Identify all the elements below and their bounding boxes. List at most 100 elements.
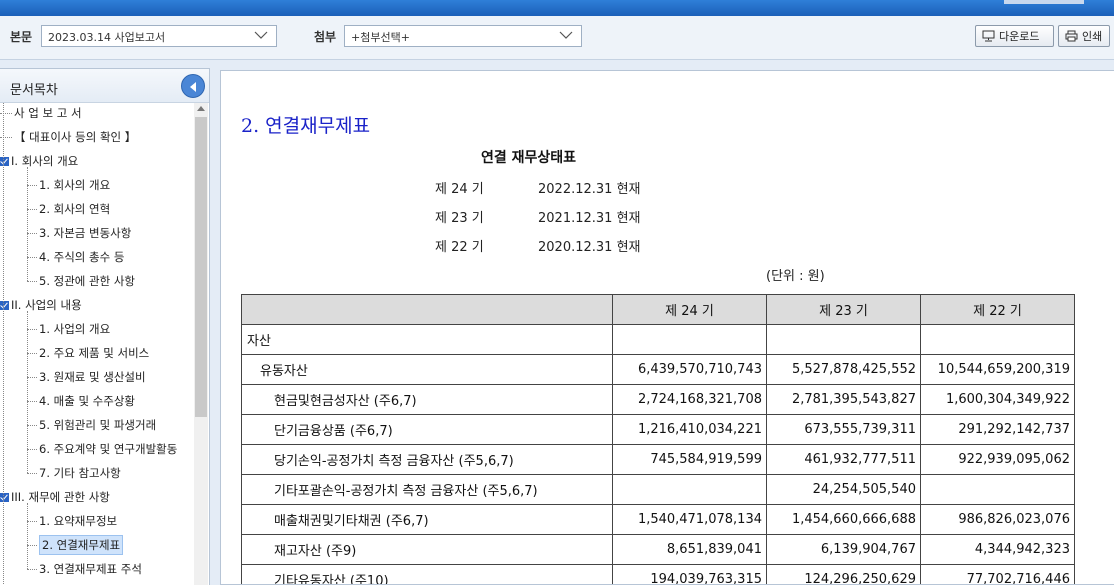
toc-item[interactable]: 7. 기타 참고사항 bbox=[27, 463, 121, 483]
tree-connector bbox=[27, 568, 37, 570]
amount-cell: 922,939,095,062 bbox=[920, 444, 1075, 475]
toc-sidebar: 문서목차 사 업 보 고 서 【 대표이사 등의 확인 】 I. 회사의 개요 1. … bbox=[0, 68, 210, 585]
scrollbar-thumb[interactable] bbox=[195, 117, 207, 417]
scroll-up-arrow-icon[interactable] bbox=[197, 106, 205, 111]
toc-item-label: 6. 주요계약 및 연구개발활동 bbox=[39, 442, 178, 456]
toc-item[interactable]: 2. 회사의 연혁 bbox=[27, 199, 110, 219]
chevron-down-icon bbox=[254, 31, 268, 39]
toc-item[interactable]: 6. 주요계약 및 연구개발활동 bbox=[27, 439, 177, 459]
toc-item-label: I. 회사의 개요 bbox=[11, 154, 79, 168]
printer-icon bbox=[1065, 30, 1078, 42]
toc-item[interactable]: 1. 회사의 개요 bbox=[27, 175, 110, 195]
toc-item[interactable]: 2. 주요 제품 및 서비스 bbox=[27, 343, 149, 363]
toc-item-label: 3. 연결재무제표 주석 bbox=[39, 562, 142, 576]
document-viewer: 2. 연결재무제표 연결 재무상태표 제 24 기 2022.12.31 현재 … bbox=[220, 70, 1114, 585]
account-name-cell: 당기손익-공정가치 측정 금융자산 (주5,6,7) bbox=[241, 444, 613, 475]
tree-connector bbox=[27, 352, 37, 354]
toc-scrollbar[interactable] bbox=[194, 103, 208, 585]
toc-item-label: 3. 자본금 변동사항 bbox=[39, 226, 132, 240]
toc-item[interactable]: 5. 정관에 관한 사항 bbox=[27, 271, 135, 291]
print-button[interactable]: 인쇄 bbox=[1058, 25, 1110, 47]
toc-item[interactable]: 3. 원재료 및 생산설비 bbox=[27, 367, 146, 387]
amount-cell: 1,216,410,034,221 bbox=[612, 414, 767, 445]
main-doc-select[interactable]: 2023.03.14 사업보고서 bbox=[41, 25, 277, 47]
toc-item-label: 5. 정관에 관한 사항 bbox=[39, 274, 135, 288]
toc-item[interactable]: 사 업 보 고 서 bbox=[0, 103, 82, 123]
toc-item[interactable]: 3. 자본금 변동사항 bbox=[27, 223, 131, 243]
header-cell: 제 23 기 bbox=[766, 294, 921, 325]
table-row: 자산 bbox=[241, 324, 1075, 355]
toc-item-label: 7. 기타 참고사항 bbox=[39, 466, 121, 480]
tree-connector bbox=[27, 328, 37, 330]
amount-cell: 986,826,023,076 bbox=[920, 504, 1075, 535]
amount-cell bbox=[766, 324, 921, 355]
amount-cell: 745,584,919,599 bbox=[612, 444, 767, 475]
toc-item[interactable]: 1. 요약재무정보 bbox=[27, 511, 117, 531]
toc-item-label: 5. 위험관리 및 파생거래 bbox=[39, 418, 157, 432]
statement-title: 연결 재무상태표 bbox=[481, 150, 577, 166]
table-row: 매출채권및기타채권 (주6,7) 1,540,471,078,134 1,454,6… bbox=[241, 504, 1075, 535]
toc-item[interactable]: 4. 매출 및 수주상황 bbox=[27, 391, 135, 411]
checkbox-icon[interactable] bbox=[0, 156, 9, 166]
attach-select-value: +첨부선택+ bbox=[351, 31, 410, 44]
account-name-cell: 단기금융상품 (주6,7) bbox=[241, 414, 613, 445]
tree-guide-line bbox=[27, 311, 28, 473]
account-name-cell: 유동자산 bbox=[241, 354, 613, 385]
download-button[interactable]: 다운로드 bbox=[975, 25, 1054, 47]
toc-item-label: 1. 사업의 개요 bbox=[39, 322, 111, 336]
toc-item[interactable]: III. 재무에 관한 사항 bbox=[0, 487, 110, 507]
tree-guide-line bbox=[27, 503, 28, 569]
toc-item-label: 사 업 보 고 서 bbox=[14, 106, 82, 120]
toc-item[interactable]: 4. 주식의 총수 등 bbox=[27, 247, 124, 267]
chevron-down-icon bbox=[559, 31, 573, 39]
account-name-cell: 기타포괄손익-공정가치 측정 금융자산 (주5,6,7) bbox=[241, 474, 613, 505]
toc-item[interactable]: 【 대표이사 등의 확인 】 bbox=[0, 127, 136, 147]
toc-item[interactable]: I. 회사의 개요 bbox=[0, 151, 78, 171]
print-button-label: 인쇄 bbox=[1082, 30, 1103, 43]
account-name-cell: 기타유동자산 (주10) bbox=[241, 564, 613, 584]
unit-label: (단위 : 원) bbox=[766, 269, 825, 284]
tree-connector bbox=[27, 424, 37, 426]
amount-cell bbox=[612, 324, 767, 355]
section-title: 2. 연결재무제표 bbox=[241, 115, 371, 137]
account-name-cell: 매출채권및기타채권 (주6,7) bbox=[241, 504, 613, 535]
toc-item-label: 3. 원재료 및 생산설비 bbox=[39, 370, 146, 384]
table-body: 자산 유동자산 6,439,570,710,743 5,527,878,425,552… bbox=[241, 324, 1075, 584]
account-name-cell: 현금및현금성자산 (주6,7) bbox=[241, 384, 613, 415]
toc-item[interactable]: II. 사업의 내용 bbox=[0, 295, 82, 315]
collapse-sidebar-button[interactable] bbox=[181, 74, 205, 98]
tree-connector bbox=[27, 544, 37, 546]
table-row: 단기금융상품 (주6,7) 1,216,410,034,221 673,555,73… bbox=[241, 414, 1075, 445]
toc-item-label: III. 재무에 관한 사항 bbox=[11, 490, 110, 504]
amount-cell: 2,724,168,321,708 bbox=[612, 384, 767, 415]
period-label: 제 23 기 bbox=[435, 211, 484, 226]
amount-cell: 673,555,739,311 bbox=[766, 414, 921, 445]
tree-connector bbox=[27, 448, 37, 450]
download-button-label: 다운로드 bbox=[999, 30, 1040, 43]
toc-item-label: 【 대표이사 등의 확인 】 bbox=[14, 130, 137, 144]
period-line: 제 24 기 2022.12.31 현재 bbox=[435, 178, 641, 197]
table-row: 기타유동자산 (주10) 194,039,763,315 124,296,250,6… bbox=[241, 564, 1075, 584]
amount-cell bbox=[920, 474, 1075, 505]
toc-item[interactable]: 1. 사업의 개요 bbox=[27, 319, 110, 339]
toc-item[interactable]: 3. 연결재무제표 주석 bbox=[27, 559, 142, 579]
chevron-left-icon bbox=[190, 82, 196, 92]
checkbox-icon[interactable] bbox=[0, 492, 9, 502]
tree-connector bbox=[27, 256, 37, 258]
toc-item[interactable]: 5. 위험관리 및 파생거래 bbox=[27, 415, 156, 435]
tree-guide-line bbox=[27, 167, 28, 281]
toc-item-label: II. 사업의 내용 bbox=[11, 298, 82, 312]
tree-connector bbox=[0, 112, 12, 114]
period-date: 2021.12.31 현재 bbox=[538, 211, 641, 226]
tree-connector bbox=[27, 232, 37, 234]
tree-connector bbox=[0, 136, 12, 138]
attach-select[interactable]: +첨부선택+ bbox=[344, 25, 582, 47]
tree-connector bbox=[27, 280, 37, 282]
toc-item[interactable]: 2. 연결재무제표 bbox=[27, 535, 124, 555]
table-row: 재고자산 (주9) 8,651,839,041 6,139,904,767 4,344… bbox=[241, 534, 1075, 565]
main-doc-label: 본문 bbox=[10, 30, 33, 44]
tree-connector bbox=[27, 472, 37, 474]
header-cell bbox=[241, 294, 613, 325]
table-header-row: 제 24 기 제 23 기 제 22 기 bbox=[241, 294, 1075, 325]
checkbox-icon[interactable] bbox=[0, 300, 9, 310]
